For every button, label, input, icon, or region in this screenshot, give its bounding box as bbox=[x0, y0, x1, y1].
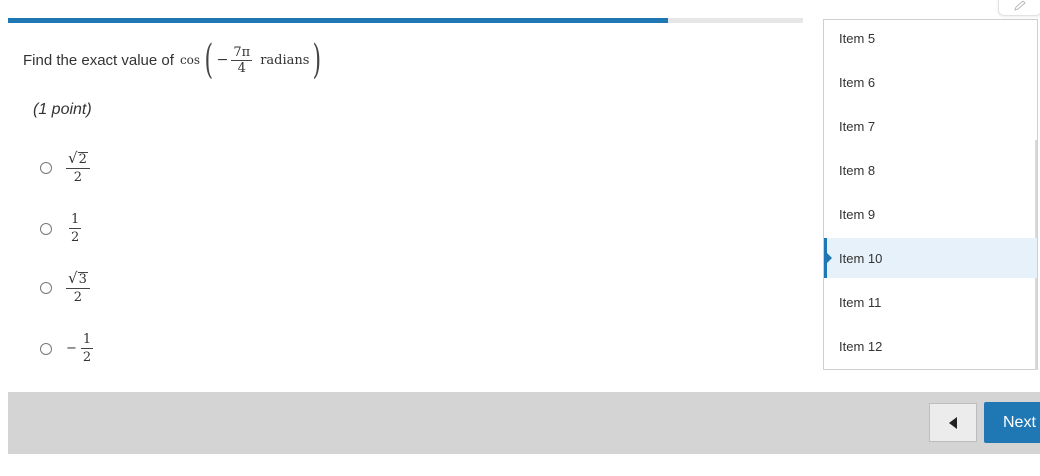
current-item-marker-icon bbox=[827, 253, 832, 263]
choice-1[interactable]: √ 2 2 bbox=[40, 150, 90, 186]
pencil-icon bbox=[1014, 1, 1026, 11]
radio-button[interactable] bbox=[40, 282, 52, 294]
nav-item-5[interactable]: Item 5 bbox=[824, 18, 1037, 58]
radio-button[interactable] bbox=[40, 342, 52, 355]
nav-item-8[interactable]: Item 8 bbox=[824, 150, 1037, 190]
sqrt: √ 2 bbox=[68, 149, 88, 167]
math-sign: − bbox=[216, 52, 229, 68]
radio-button[interactable] bbox=[40, 162, 52, 174]
nav-item-11[interactable]: Item 11 bbox=[824, 282, 1037, 322]
question-prefix: Find the exact value of bbox=[23, 51, 174, 69]
radio-button[interactable] bbox=[40, 222, 52, 235]
left-paren: ( bbox=[204, 37, 214, 83]
choice-3[interactable]: √ 3 2 bbox=[40, 270, 90, 306]
progress-bar bbox=[8, 18, 803, 23]
right-paren: ) bbox=[312, 37, 322, 83]
question-text: Find the exact value of cos ( − 7π 4 rad… bbox=[23, 40, 325, 80]
choice-4-value: 1 2 bbox=[80, 332, 94, 365]
choice-1-value: √ 2 2 bbox=[66, 150, 90, 186]
choice-2-value: 1 2 bbox=[69, 212, 82, 245]
footer-bar bbox=[8, 392, 1040, 454]
nav-item-9[interactable]: Item 9 bbox=[824, 194, 1037, 234]
nav-item-6[interactable]: Item 6 bbox=[824, 62, 1037, 102]
next-button[interactable]: Next bbox=[984, 402, 1040, 443]
angle-numerator: 7π bbox=[231, 44, 253, 61]
choice-4-sign: − bbox=[66, 341, 77, 356]
nav-item-10[interactable]: Item 10 bbox=[824, 238, 1037, 278]
question-points: (1 point) bbox=[33, 101, 92, 118]
math-function: cos bbox=[179, 53, 201, 67]
choice-3-value: √ 3 2 bbox=[66, 270, 90, 306]
question-expression: cos ( − 7π 4 radians ) bbox=[180, 40, 325, 80]
nav-item-7[interactable]: Item 7 bbox=[824, 106, 1037, 146]
angle-fraction: 7π 4 bbox=[231, 44, 253, 76]
pencil-tool-button[interactable] bbox=[998, 0, 1040, 16]
nav-item-12[interactable]: Item 12 bbox=[824, 326, 1037, 366]
choice-2[interactable]: 1 2 bbox=[40, 211, 82, 246]
angle-denominator: 4 bbox=[237, 60, 246, 76]
progress-fill bbox=[8, 18, 668, 23]
sqrt: √ 3 bbox=[68, 269, 88, 287]
previous-button[interactable] bbox=[929, 403, 977, 442]
angle-unit: radians bbox=[260, 52, 310, 68]
choice-4[interactable]: − 1 2 bbox=[40, 331, 94, 366]
item-navigator: Item 5 Item 6 Item 7 Item 8 Item 9 Item … bbox=[823, 19, 1038, 370]
caret-left-icon bbox=[949, 416, 957, 429]
